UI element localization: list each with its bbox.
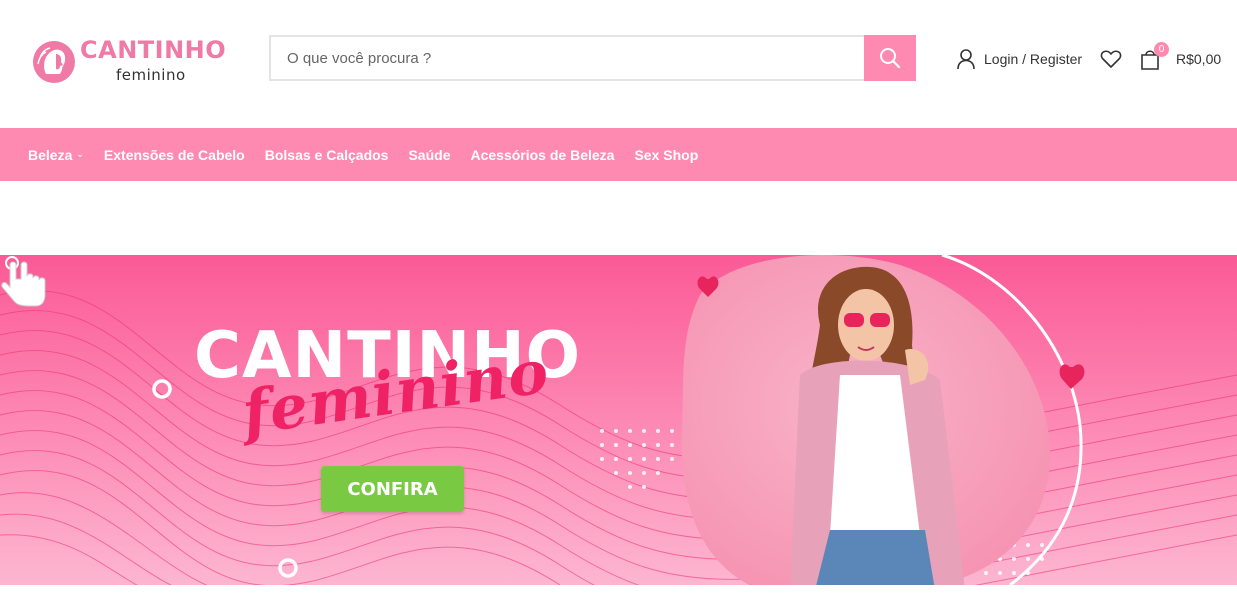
search-icon (880, 48, 901, 69)
search-input[interactable] (269, 35, 865, 81)
user-icon (957, 49, 975, 70)
hero-banner[interactable]: CANTINHO feminino CONFIRA (0, 255, 1237, 585)
nav-item-label: Beleza (28, 146, 73, 163)
site-logo[interactable]: CANTINHO feminino (32, 36, 232, 86)
nav-item-saude[interactable]: Saúde (408, 147, 450, 163)
nav-item-label: Bolsas e Calçados (264, 146, 389, 163)
logo-tagline: feminino (116, 66, 186, 84)
cart-count-badge: 0 (1154, 42, 1169, 57)
nav-item-sex-shop[interactable]: Sex Shop (634, 147, 698, 163)
nav-item-label: Sex Shop (634, 146, 699, 163)
nav-item-acessorios-de-beleza[interactable]: Acessórios de Beleza (470, 147, 614, 163)
cart-button[interactable]: 0 R$0,00 (1140, 42, 1230, 72)
pointing-hand-icon (1, 256, 46, 307)
site-header: CANTINHO feminino Login / Register (0, 0, 1237, 128)
woman-profile-logo-icon (33, 41, 75, 83)
heart-icon (1100, 50, 1122, 68)
cart-icon-wrap: 0 (1140, 42, 1169, 71)
chevron-down-icon: ⌄ (76, 149, 84, 159)
search-bar (269, 35, 916, 81)
banner-background (0, 255, 1237, 585)
nav-item-label: Acessórios de Beleza (470, 146, 615, 163)
nav-item-label: Extensões de Cabelo (103, 146, 245, 163)
login-register-link[interactable]: Login / Register (956, 48, 1082, 70)
nav-item-beleza[interactable]: Beleza ⌄ (28, 147, 84, 163)
cart-total: R$0,00 (1176, 51, 1222, 67)
nav-item-label: Saúde (408, 146, 451, 163)
search-button[interactable] (864, 35, 916, 81)
logo-title: CANTINHO (80, 36, 227, 64)
nav-item-extensoes-de-cabelo[interactable]: Extensões de Cabelo (104, 147, 245, 163)
wishlist-button[interactable] (1099, 47, 1123, 71)
main-nav: Beleza ⌄ Extensões de Cabelo Bolsas e Ca… (0, 128, 1237, 181)
confira-button[interactable]: CONFIRA (321, 466, 464, 512)
nav-item-bolsas-e-calcados[interactable]: Bolsas e Calçados (265, 147, 389, 163)
login-label: Login / Register (984, 51, 1083, 67)
